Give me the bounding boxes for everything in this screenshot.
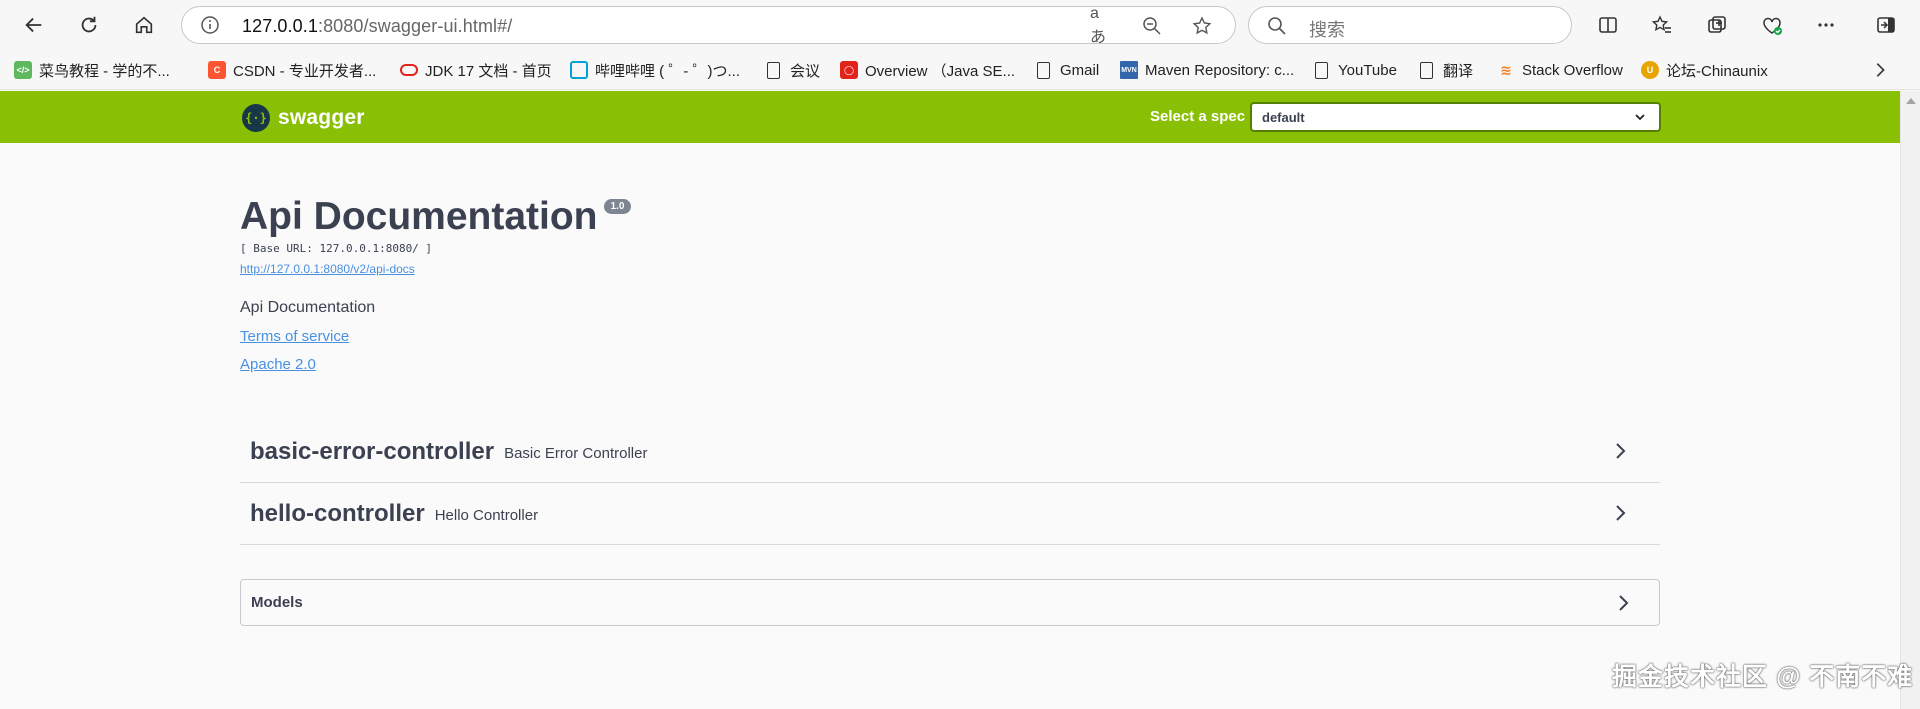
tag-basic-error-controller[interactable]: basic-error-controller Basic Error Contr…	[240, 421, 1660, 483]
zoom-icon[interactable]	[1140, 14, 1164, 38]
swagger-logo-icon: {·}	[242, 104, 270, 132]
swagger-topbar: {·} swagger Select a spec default	[0, 91, 1900, 143]
tag-hello-controller[interactable]: hello-controller Hello Controller	[240, 483, 1660, 545]
spec-select[interactable]: default	[1250, 102, 1661, 132]
favorite-star-icon[interactable]	[1190, 14, 1214, 38]
bookmark-stackoverflow[interactable]: ≋ Stack Overflow	[1497, 58, 1623, 82]
more-menu-icon[interactable]	[1812, 11, 1840, 39]
url-text: 127.0.0.1:8080/swagger-ui.html#/	[242, 16, 512, 37]
api-title-block: Api Documentation 1.0	[240, 193, 632, 241]
info-icon[interactable]	[200, 15, 220, 35]
scroll-up-icon[interactable]	[1906, 98, 1916, 104]
refresh-button[interactable]	[73, 9, 105, 41]
bookmark-csdn[interactable]: C CSDN - 专业开发者...	[208, 58, 376, 82]
bookmark-chinaunix[interactable]: U 论坛-Chinaunix	[1641, 58, 1768, 82]
license-link[interactable]: Apache 2.0	[240, 356, 316, 373]
bookmarks-more-button[interactable]	[1868, 58, 1892, 82]
maven-icon: MVN	[1120, 61, 1138, 79]
search-box[interactable]: 搜索	[1248, 6, 1572, 44]
chevron-down-icon	[1635, 114, 1645, 121]
models-section[interactable]: Models	[240, 579, 1660, 626]
bookmark-jdk17[interactable]: JDK 17 文档 - 首页	[400, 58, 552, 82]
oracle-icon: ◯	[840, 61, 858, 79]
bookmarks-bar: </> 菜鸟教程 - 学的不... C CSDN - 专业开发者... JDK 17…	[0, 50, 1920, 90]
runoob-icon: </>	[14, 61, 32, 79]
bookmark-meeting[interactable]: 会议	[765, 58, 820, 82]
page-scrollbar[interactable]	[1900, 91, 1920, 709]
bookmark-translate[interactable]: 翻译	[1418, 58, 1473, 82]
address-bar[interactable]: 127.0.0.1:8080/swagger-ui.html#/ aあ	[181, 5, 1236, 46]
browser-toolbar: 127.0.0.1:8080/swagger-ui.html#/ aあ 搜索	[0, 0, 1920, 50]
swagger-logo[interactable]: {·} swagger	[242, 104, 365, 132]
tag-name: hello-controller	[250, 499, 425, 527]
spec-selected-value: default	[1262, 110, 1305, 125]
back-button[interactable]	[18, 9, 50, 41]
chevron-right-icon[interactable]	[1610, 441, 1630, 461]
spec-label: Select a spec	[1150, 108, 1246, 125]
watermark: 掘金技术社区 @ 不南不难	[1612, 663, 1914, 691]
bilibili-icon	[570, 61, 588, 79]
arrow-left-icon	[25, 17, 42, 33]
browser-essentials-icon[interactable]	[1758, 11, 1786, 39]
oracle-icon	[400, 64, 418, 76]
terms-of-service-link[interactable]: Terms of service	[240, 328, 349, 345]
page-icon	[1037, 61, 1050, 79]
chevron-right-icon	[1876, 63, 1885, 77]
base-url: [ Base URL: 127.0.0.1:8080/ ]	[240, 242, 433, 255]
api-docs-link[interactable]: http://127.0.0.1:8080/v2/api-docs	[240, 262, 415, 276]
page-icon	[1420, 61, 1433, 79]
bookmark-runoob[interactable]: </> 菜鸟教程 - 学的不...	[14, 58, 170, 82]
page-title: Api Documentation	[240, 195, 598, 238]
page-icon	[767, 61, 780, 79]
models-label: Models	[251, 594, 303, 611]
home-button[interactable]	[128, 9, 160, 41]
favorites-icon[interactable]	[1648, 11, 1676, 39]
collections-icon[interactable]	[1703, 11, 1731, 39]
chevron-right-icon[interactable]	[1613, 593, 1633, 613]
sidebar-toggle-icon[interactable]	[1872, 11, 1900, 39]
bookmark-youtube[interactable]: YouTube	[1313, 58, 1397, 82]
search-placeholder: 搜索	[1309, 20, 1345, 40]
split-screen-icon[interactable]	[1594, 11, 1622, 39]
chinaunix-icon: U	[1641, 61, 1659, 79]
bookmark-gmail[interactable]: Gmail	[1035, 58, 1099, 82]
page-icon	[1315, 61, 1328, 79]
home-icon	[135, 16, 153, 34]
url-path: :8080/swagger-ui.html#/	[317, 16, 513, 36]
search-icon	[1268, 17, 1286, 35]
bookmark-bilibili[interactable]: 哔哩哔哩 ( ゜- ゜)つ...	[570, 58, 740, 82]
csdn-icon: C	[208, 61, 226, 79]
swagger-logo-text: swagger	[278, 106, 365, 129]
bookmark-java-se[interactable]: ◯ Overview （Java SE...	[840, 58, 1015, 82]
refresh-icon	[81, 16, 97, 33]
tag-name: basic-error-controller	[250, 437, 495, 465]
chevron-right-icon[interactable]	[1610, 503, 1630, 523]
tag-description: Basic Error Controller	[504, 445, 648, 462]
read-aloud-icon[interactable]: aあ	[1090, 5, 1114, 46]
bookmark-maven[interactable]: MVN Maven Repository: c...	[1120, 58, 1294, 82]
version-badge: 1.0	[603, 199, 632, 214]
tag-description: Hello Controller	[434, 507, 539, 524]
stackoverflow-icon: ≋	[1500, 61, 1512, 78]
url-host: 127.0.0.1	[242, 16, 318, 36]
api-description: Api Documentation	[240, 299, 376, 316]
